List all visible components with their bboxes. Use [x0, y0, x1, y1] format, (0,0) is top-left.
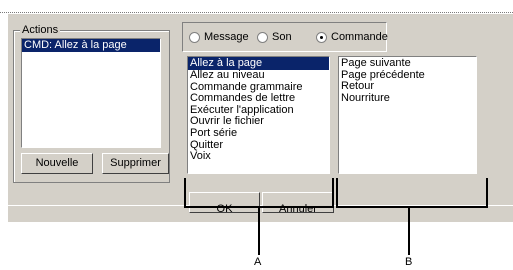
callout-brackets — [184, 178, 488, 255]
callout-bracket-b — [336, 178, 488, 208]
callout-label-a: A — [254, 256, 262, 268]
callout-label-b: B — [405, 256, 413, 268]
callout-bracket-a — [184, 178, 334, 208]
